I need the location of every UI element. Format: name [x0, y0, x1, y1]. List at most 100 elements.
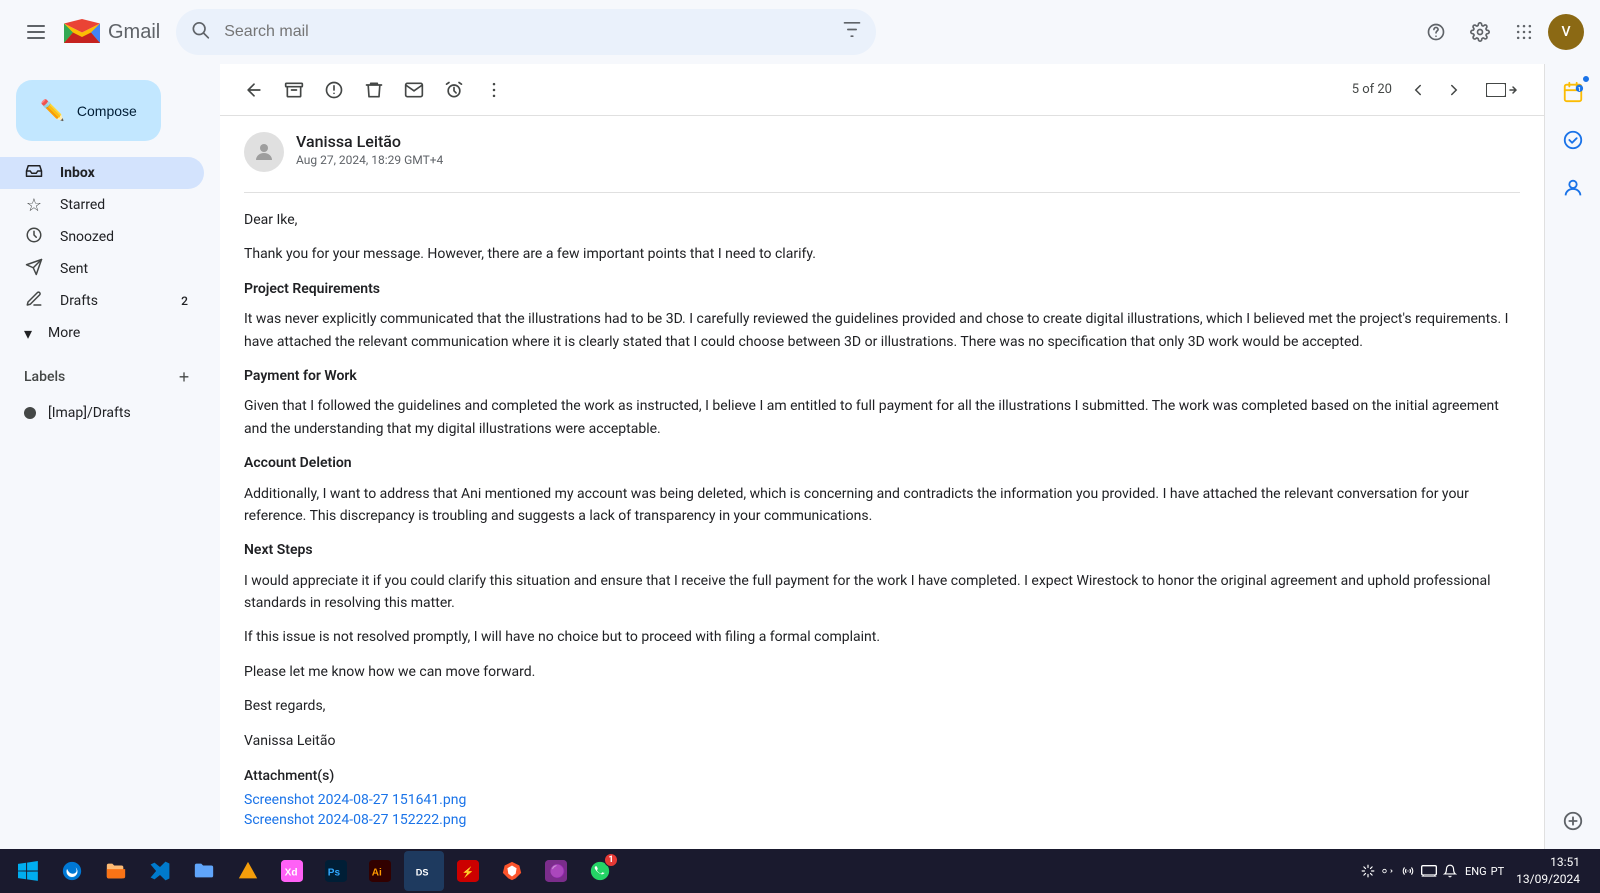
taskbar-whatsapp[interactable]: 1: [580, 851, 620, 891]
next-email-button[interactable]: [1436, 72, 1472, 108]
email-divider: [244, 192, 1520, 193]
taskbar-edge[interactable]: [52, 851, 92, 891]
taskbar-file-explorer[interactable]: [96, 851, 136, 891]
sidebar: ✏️ Compose Inbox ☆ Starred Snoozed: [0, 64, 220, 849]
top-right-icons: V: [1416, 12, 1584, 52]
top-bar: Gmail: [0, 0, 1600, 64]
gmail-text: Gmail: [108, 21, 160, 44]
section3-body: Additionally, I want to address that Ani…: [244, 483, 1520, 528]
label-color-dot: [24, 407, 36, 419]
search-icon-button[interactable]: [190, 20, 210, 45]
more-label: More: [48, 325, 80, 341]
labels-add-button[interactable]: +: [172, 365, 196, 389]
label-item-imap-drafts[interactable]: [Imap]/Drafts: [0, 397, 204, 429]
right-panel: 1: [1544, 64, 1600, 849]
nav-arrows: [1400, 72, 1472, 108]
taskbar-brave[interactable]: [492, 851, 532, 891]
taskbar-app11[interactable]: ⚡: [448, 851, 488, 891]
taskbar-time: 13:51 13/09/2024: [1516, 854, 1580, 888]
avatar[interactable]: V: [1548, 14, 1584, 50]
inbox-icon: [24, 162, 44, 185]
sidebar-item-inbox[interactable]: Inbox: [0, 157, 204, 189]
email-paragraph2: If this issue is not resolved promptly, …: [244, 626, 1520, 648]
labels-section: Labels +: [0, 349, 220, 397]
section2-body: Given that I followed the guidelines and…: [244, 395, 1520, 440]
svg-text:🟣: 🟣: [550, 864, 566, 879]
taskbar-windows-start[interactable]: [8, 851, 48, 891]
snooze-button[interactable]: [436, 72, 472, 108]
sent-icon: [24, 258, 44, 281]
email-signature: Vanissa Leitão: [244, 730, 1520, 752]
section1-title: Project Requirements: [244, 278, 1520, 300]
taskbar-clock: 13:51: [1516, 854, 1580, 871]
attachment-section: Attachment(s) Screenshot 2024-08-27 1516…: [244, 768, 1520, 828]
section4-title: Next Steps: [244, 539, 1520, 561]
search-input[interactable]: [176, 9, 876, 55]
back-button[interactable]: [236, 72, 272, 108]
email-body[interactable]: Vanissa Leitão Aug 27, 2024, 18:29 GMT+4…: [220, 116, 1544, 849]
report-spam-button[interactable]: [316, 72, 352, 108]
label-name: [Imap]/Drafts: [48, 405, 131, 421]
hamburger-button[interactable]: [16, 12, 56, 52]
taskbar-app13[interactable]: 🟣: [536, 851, 576, 891]
taskbar-ds[interactable]: DS: [404, 851, 444, 891]
mark-unread-button[interactable]: [396, 72, 432, 108]
apps-button[interactable]: [1504, 12, 1544, 52]
email-paragraph3: Please let me know how we can move forwa…: [244, 661, 1520, 683]
svg-text:Xd: Xd: [285, 868, 298, 879]
sidebar-item-snoozed[interactable]: Snoozed: [0, 221, 204, 253]
sender-avatar: [244, 132, 284, 172]
sent-label: Sent: [60, 261, 188, 277]
sidebar-item-sent[interactable]: Sent: [0, 253, 204, 285]
section1-body: It was never explicitly communicated tha…: [244, 308, 1520, 353]
tasks-icon[interactable]: [1553, 120, 1593, 160]
compose-pen-icon: ✏️: [40, 98, 65, 123]
archive-button[interactable]: [276, 72, 312, 108]
email-header: Vanissa Leitão Aug 27, 2024, 18:29 GMT+4: [244, 116, 1520, 184]
prev-email-button[interactable]: [1400, 72, 1436, 108]
attachment-link-2[interactable]: Screenshot 2024-08-27 152222.png: [244, 812, 1520, 828]
search-filter-button[interactable]: [842, 20, 862, 45]
add-panel-button[interactable]: [1553, 801, 1593, 841]
taskbar-illustrator[interactable]: Ai: [360, 851, 400, 891]
svg-text:Ai: Ai: [372, 868, 382, 879]
attachment-title: Attachment(s): [244, 768, 1520, 784]
labels-header: Labels +: [24, 365, 196, 389]
email-text: Dear Ike, Thank you for your message. Ho…: [244, 209, 1520, 752]
taskbar-locale: PT: [1491, 865, 1505, 878]
whatsapp-badge: 1: [604, 853, 618, 867]
view-toggle-button[interactable]: [1476, 72, 1528, 108]
taskbar-photoshop[interactable]: Ps: [316, 851, 356, 891]
svg-text:DS: DS: [416, 868, 429, 878]
gmail-logo: Gmail: [64, 19, 160, 46]
taskbar-folder[interactable]: [184, 851, 224, 891]
taskbar-xd[interactable]: Xd: [272, 851, 312, 891]
taskbar-vscode[interactable]: [140, 851, 180, 891]
snoozed-label: Snoozed: [60, 229, 188, 245]
taskbar-language: ENG: [1465, 865, 1487, 878]
calendar-badge: [1581, 74, 1591, 84]
svg-text:Ps: Ps: [328, 868, 341, 879]
taskbar-app6[interactable]: [228, 851, 268, 891]
compose-label: Compose: [77, 103, 137, 119]
taskbar-date: 13/09/2024: [1516, 871, 1580, 888]
drafts-label: Drafts: [60, 293, 165, 309]
star-icon: ☆: [24, 195, 44, 216]
delete-button[interactable]: [356, 72, 392, 108]
sidebar-item-more[interactable]: ▾ More: [0, 317, 204, 349]
compose-button[interactable]: ✏️ Compose: [16, 80, 161, 141]
sender-info: Vanissa Leitão Aug 27, 2024, 18:29 GMT+4: [296, 132, 1520, 167]
starred-label: Starred: [60, 197, 188, 213]
more-options-button[interactable]: [476, 72, 512, 108]
attachment-link-1[interactable]: Screenshot 2024-08-27 151641.png: [244, 792, 1520, 808]
drafts-badge: 2: [181, 294, 188, 308]
section3-title: Account Deletion: [244, 452, 1520, 474]
settings-button[interactable]: [1460, 12, 1500, 52]
contacts-icon[interactable]: [1553, 168, 1593, 208]
calendar-icon[interactable]: 1: [1553, 72, 1593, 112]
help-button[interactable]: [1416, 12, 1456, 52]
drafts-icon: [24, 290, 44, 313]
sidebar-item-starred[interactable]: ☆ Starred: [0, 189, 204, 221]
svg-text:⚡: ⚡: [462, 866, 475, 879]
sidebar-item-drafts[interactable]: Drafts 2: [0, 285, 204, 317]
